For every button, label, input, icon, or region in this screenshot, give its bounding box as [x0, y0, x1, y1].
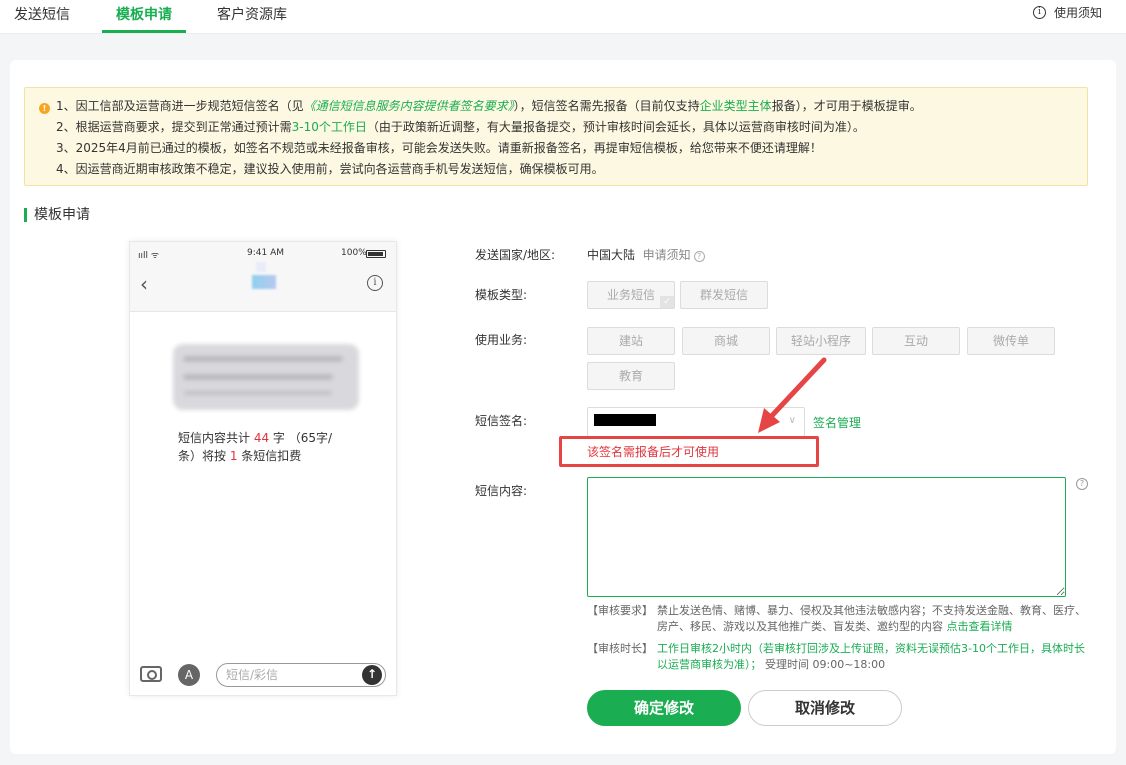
phone-input-bar: A 短信/彩信 ↑ [130, 662, 396, 696]
signature-select[interactable]: ∨ [587, 407, 805, 437]
sms-count-text: 短信内容共计 44 字 （65字/ 条）将按 1 条短信扣费 [178, 431, 333, 463]
biz-option-mini-program[interactable]: 轻站小程序 [776, 327, 866, 355]
apply-notice-link[interactable]: 申请须知 [643, 248, 691, 262]
top-nav: 发送短信 模板申请 客户资源库 i 使用须知 [0, 0, 1126, 34]
country-label: 发送国家/地区: [475, 248, 556, 262]
help-label: 使用须知 [1053, 6, 1102, 20]
biz-option-site[interactable]: 建站 [587, 327, 675, 355]
cancel-button[interactable]: 取消修改 [748, 690, 902, 726]
signature-label: 短信签名: [475, 414, 528, 428]
section-title: 模板申请 [24, 207, 90, 223]
content-textarea[interactable] [587, 477, 1066, 597]
contact-avatar-blurred [256, 262, 266, 272]
review-duration-tag: 【审核时长】 [587, 642, 653, 655]
battery-percent: 100% [341, 248, 367, 258]
warning-icon: ! [39, 103, 50, 114]
biz-option-micro-flyer[interactable]: 微传单 [967, 327, 1055, 355]
review-requirement: 【审核要求】 禁止发送色情、赌博、暴力、侵权及其他违法敏感内容；不支持发送金融、… [587, 603, 1097, 635]
back-chevron-icon[interactable]: ‹ [140, 272, 148, 296]
type-option-business[interactable]: 业务短信 ✓ [587, 281, 675, 309]
chevron-down-icon: ∨ [788, 415, 796, 426]
tab-template-apply[interactable]: 模板申请 [116, 4, 172, 24]
redacted-signature [594, 414, 656, 426]
country-value: 中国大陆 申请须知? [587, 246, 705, 263]
biz-option-interactive[interactable]: 互动 [872, 327, 960, 355]
help-question-icon[interactable]: ? [1076, 478, 1088, 490]
info-icon: i [1032, 6, 1046, 19]
main-card: ! 1、因工信部及运营商进一步规范短信签名（见《通信短信息服务内容提供者签名要求》… [10, 60, 1116, 754]
signature-rules-link[interactable]: 《通信短信息服务内容提供者签名要求》 [304, 99, 514, 113]
active-tab-indicator [102, 30, 186, 33]
notice-line-3: 3、2025年4月前已通过的模板，如签名不规范或未经报备审核，可能会发送失败。请… [56, 141, 822, 155]
review-requirement-text: 禁止发送色情、赌博、暴力、侵权及其他违法敏感内容；不支持发送金融、教育、医疗、房… [657, 604, 1086, 633]
biz-option-mall[interactable]: 商城 [682, 327, 770, 355]
checkmark-icon: ✓ [660, 296, 674, 308]
notice-line-4: 4、因运营商近期审核政策不稳定，建议投入使用前，尝试向各运营商手机号发送短信，确… [56, 162, 604, 176]
notice-line-2: 2、根据运营商要求，提交到正常通过预计需3-10个工作日（由于政策新近调整，有大… [56, 120, 865, 134]
contact-name-blurred [252, 275, 276, 289]
app-store-icon[interactable]: A [178, 664, 200, 686]
battery-icon [366, 250, 386, 258]
review-requirement-tag: 【审核要求】 [587, 604, 653, 617]
help-link[interactable]: i 使用须知 [1032, 4, 1102, 21]
enterprise-type-link[interactable]: 企业类型主体 [700, 99, 772, 113]
info-icon[interactable]: i [367, 275, 383, 291]
confirm-button[interactable]: 确定修改 [587, 690, 741, 726]
review-duration-text: 工作日审核2小时内（若审核打回涉及上传证照，资料无误预估3-10个工作日，具体时… [657, 642, 1085, 671]
message-bubble-blurred [173, 344, 359, 410]
type-option-marketing[interactable]: 群发短信 [680, 281, 768, 309]
view-details-link[interactable]: 点击查看详情 [947, 620, 1013, 633]
signal-status: ııll ᯤ [138, 251, 160, 261]
biz-option-education[interactable]: 教育 [587, 362, 675, 390]
send-arrow-icon[interactable]: ↑ [362, 665, 382, 685]
signature-warning: 该签名需报备后才可使用 [587, 445, 720, 459]
phone-preview: ııll ᯤ 9:41 AM 100% ‹ i 短信内容共计 44 字 （65字… [129, 241, 397, 696]
business-label: 使用业务: [475, 333, 528, 347]
template-type-label: 模板类型: [475, 288, 528, 302]
camera-icon[interactable] [140, 666, 162, 682]
question-icon[interactable]: ? [693, 251, 705, 262]
review-duration: 【审核时长】 工作日审核2小时内（若审核打回涉及上传证照，资料无误预估3-10个… [587, 641, 1097, 673]
notice-line-1: ! 1、因工信部及运营商进一步规范短信签名（见《通信短信息服务内容提供者签名要求》… [39, 96, 1073, 117]
phone-time: 9:41 AM [247, 248, 284, 258]
notice-box: ! 1、因工信部及运营商进一步规范短信签名（见《通信短信息服务内容提供者签名要求》… [24, 87, 1088, 186]
tab-customer-library[interactable]: 客户资源库 [217, 4, 287, 24]
phone-header: ııll ᯤ 9:41 AM 100% ‹ i [130, 242, 396, 312]
signature-manage-link[interactable]: 签名管理 [813, 414, 861, 431]
message-input[interactable]: 短信/彩信 [216, 663, 386, 687]
tab-send-sms[interactable]: 发送短信 [14, 4, 70, 24]
content-label: 短信内容: [475, 484, 528, 498]
